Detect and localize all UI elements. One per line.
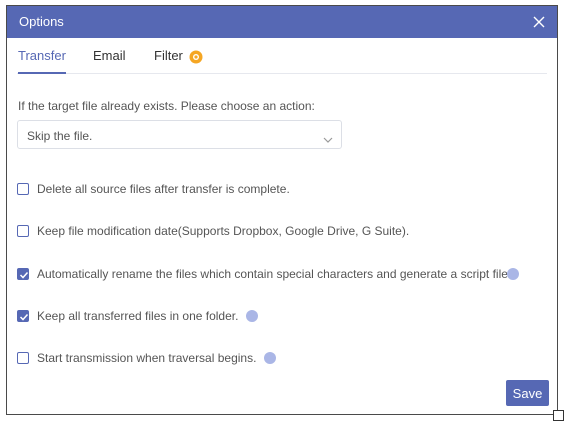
keep-date-checkbox[interactable] bbox=[17, 225, 29, 237]
option-label: Keep file modification date(Supports Dro… bbox=[37, 224, 410, 238]
dialog-title: Options bbox=[19, 14, 64, 29]
option-label: Delete all source files after transfer i… bbox=[37, 182, 290, 196]
tab-filter[interactable]: Filter bbox=[154, 48, 183, 74]
existing-file-action-select[interactable]: Skip the file. bbox=[17, 120, 342, 149]
auto-rename-checkbox[interactable] bbox=[17, 268, 29, 280]
tab-email[interactable]: Email bbox=[93, 48, 126, 74]
option-label: Automatically rename the files which con… bbox=[37, 267, 512, 281]
options-dialog: Options Transfer Email Filter If the tar… bbox=[6, 5, 558, 415]
tab-transfer[interactable]: Transfer bbox=[18, 48, 66, 74]
help-icon[interactable] bbox=[264, 352, 276, 364]
select-value: Skip the file. bbox=[27, 129, 93, 143]
one-folder-checkbox[interactable] bbox=[17, 310, 29, 322]
help-icon[interactable] bbox=[246, 310, 258, 322]
start-transmission-checkbox[interactable] bbox=[17, 352, 29, 364]
option-label: Start transmission when traversal begins… bbox=[37, 351, 257, 365]
save-button[interactable]: Save bbox=[506, 380, 549, 406]
close-icon[interactable] bbox=[529, 12, 549, 32]
chevron-down-icon bbox=[323, 131, 333, 143]
dialog-titlebar: Options bbox=[7, 6, 557, 38]
delete-source-checkbox[interactable] bbox=[17, 183, 29, 195]
existing-file-prompt: If the target file already exists. Pleas… bbox=[18, 99, 315, 113]
help-icon[interactable] bbox=[507, 268, 519, 280]
premium-badge-icon bbox=[189, 50, 203, 64]
tab-bar: Transfer Email Filter bbox=[17, 38, 547, 74]
option-label: Keep all transferred files in one folder… bbox=[37, 309, 239, 323]
resize-handle[interactable] bbox=[553, 410, 564, 421]
